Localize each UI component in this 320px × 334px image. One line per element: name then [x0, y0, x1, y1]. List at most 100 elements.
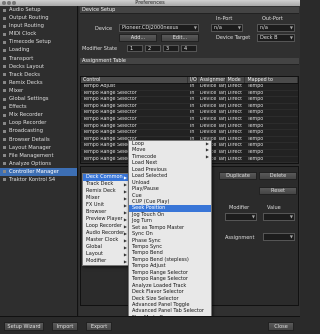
reset-button[interactable]: Reset	[259, 187, 297, 195]
menu-item-deck-common[interactable]: Deck Common ▶	[83, 174, 129, 181]
cell-mode: Direct	[227, 90, 243, 96]
menu-item-track-deck[interactable]: Track Deck ▶	[83, 181, 129, 188]
add-device-button[interactable]: Add...	[119, 34, 157, 42]
export-button[interactable]: Export	[86, 322, 112, 331]
chevron-down-icon: ▼	[237, 25, 241, 30]
menu-item-layout[interactable]: Layout ▶	[83, 251, 129, 258]
cell-io: In	[189, 103, 195, 109]
deck-common-submenu[interactable]: Loop ▶ Move ▶ Timecode ▶ Load Next Load Previou…	[128, 140, 212, 323]
cell-mapped-to: Tempo	[247, 103, 264, 109]
table-row[interactable]: Tempo Range Selector In Device TargDirect T…	[81, 91, 298, 98]
in-port-select[interactable]: n/a ▼	[211, 24, 243, 32]
modifier-state-3[interactable]: 3	[163, 45, 179, 52]
cell-assignment: Device Targ	[199, 84, 226, 89]
sidebar-item-timecode-setup[interactable]: Timecode Setup	[0, 38, 77, 46]
add-in-category-menu[interactable]: Deck Common ▶ Track Deck ▶ Remix Deck ▶ Mixer ▶…	[82, 173, 130, 266]
table-row[interactable]: Tempo Range Selector In Device TargDirect T…	[81, 117, 298, 124]
menu-item-label: Loop Recorder	[86, 223, 122, 229]
menu-item-preview-player[interactable]: Preview Player ▶	[83, 216, 129, 223]
modifier-select[interactable]: ▼	[225, 213, 257, 221]
column-header-mapped-to[interactable]: Mapped to	[245, 77, 298, 83]
out-port-select[interactable]: n/a ▼	[257, 24, 295, 32]
menu-item-label: Advanced Panel Toggle	[132, 301, 190, 308]
menu-item-label: FX Unit	[86, 202, 105, 208]
sidebar-item-browser-details[interactable]: Browser Details	[0, 136, 77, 144]
modifier-state-4[interactable]: 4	[181, 45, 197, 52]
sidebar-item-output-routing[interactable]: Output Routing	[0, 14, 77, 22]
device-label: Device	[95, 26, 113, 32]
sidebar-item-mixer[interactable]: Mixer	[0, 87, 77, 95]
modifier-label: Modifier	[229, 205, 250, 211]
device-target-label: Device Target	[216, 35, 251, 41]
menu-item-label: Play/Pause	[132, 186, 159, 193]
value-select[interactable]: ▼	[263, 213, 295, 221]
sidebar-item-remix-decks[interactable]: Remix Decks	[0, 79, 77, 87]
column-header-assignment[interactable]: Assignment	[198, 77, 226, 83]
assignment-select[interactable]: ▼	[263, 233, 295, 241]
cell-io: In	[189, 123, 195, 129]
sidebar-item-global-settings[interactable]: Global Settings	[0, 95, 77, 103]
setup-wizard-button[interactable]: Setup Wizard	[4, 322, 44, 331]
table-row[interactable]: Tempo Range Selector In Device TargDirect T…	[81, 130, 298, 137]
menu-item-label: Seek Position	[132, 205, 166, 212]
in-port-value: n/a	[214, 25, 222, 31]
modifier-state-2[interactable]: 2	[145, 45, 161, 52]
sidebar-item-layout-manager[interactable]: Layout Manager	[0, 144, 77, 152]
menu-item-label: Global	[86, 244, 102, 250]
out-port-value: n/a	[260, 25, 268, 31]
menu-item-audio-recorder[interactable]: Audio Recorder ▶	[83, 230, 129, 237]
cell-mapped-to: Tempo	[247, 84, 264, 89]
table-row[interactable]: Tempo Range Selector In Device TargDirect T…	[81, 97, 298, 104]
menu-item-modifier[interactable]: Modifier ▶	[83, 258, 129, 265]
column-header-io[interactable]: I/O	[188, 77, 198, 83]
menu-item-label: Loop	[132, 141, 144, 147]
table-row[interactable]: Tempo Range Selector In Device TargDirect T…	[81, 110, 298, 117]
table-row[interactable]: Tempo Range Selector In Device TargDirect T…	[81, 104, 298, 111]
menu-item-label: Move	[132, 147, 146, 154]
cell-io: In	[189, 110, 195, 116]
sidebar-item-decks-layout[interactable]: Decks Layout	[0, 63, 77, 71]
sidebar-item-effects[interactable]: Effects	[0, 103, 77, 111]
menu-item-fx-unit[interactable]: FX Unit ▶	[83, 202, 129, 209]
duplicate-button[interactable]: Duplicate	[219, 172, 257, 180]
menu-item-master-clock[interactable]: Master Clock ▶	[83, 237, 129, 244]
menu-item-label: Audio Recorder	[86, 230, 125, 236]
sidebar-item-traktor-kontrol-s4[interactable]: Traktor Kontrol S4	[0, 176, 77, 184]
menu-item-label: Jog Touch On	[132, 211, 165, 218]
sidebar-item-input-routing[interactable]: Input Routing	[0, 22, 77, 30]
cell-mapped-to: Tempo	[247, 149, 264, 155]
edit-device-button[interactable]: Edit...	[161, 34, 199, 42]
sidebar-item-track-decks[interactable]: Track Decks	[0, 71, 77, 79]
sidebar-item-file-management[interactable]: File Management	[0, 152, 77, 160]
import-button[interactable]: Import	[52, 322, 78, 331]
sidebar-item-mix-recorder[interactable]: Mix Recorder	[0, 111, 77, 119]
sidebar-item-transport[interactable]: Transport	[0, 55, 77, 63]
menu-item-label: Tempo Range Selector	[132, 276, 188, 283]
sidebar-item-controller-manager[interactable]: Controller Manager	[0, 167, 77, 176]
column-header-mode[interactable]: Mode	[226, 77, 246, 83]
menu-item-loop-recorder[interactable]: Loop Recorder ▶	[83, 223, 129, 230]
sidebar-item-midi-clock[interactable]: MIDI Clock	[0, 30, 77, 38]
sidebar-item-broadcasting[interactable]: Broadcasting	[0, 127, 77, 135]
sidebar-item-loading[interactable]: Loading	[0, 46, 77, 54]
menu-item-remix-deck[interactable]: Remix Deck ▶	[83, 188, 129, 195]
cell-mode: Direct	[227, 123, 243, 129]
delete-button[interactable]: Delete	[259, 172, 297, 180]
close-button[interactable]: Close	[268, 322, 294, 331]
sidebar-item-loop-recorder[interactable]: Loop Recorder	[0, 119, 77, 127]
menu-item-label: Master Clock	[86, 237, 119, 243]
device-select[interactable]: Pioneer.CDJ2000nexus ▼	[119, 24, 199, 32]
sidebar-item-audio-setup[interactable]: Audio Setup	[0, 6, 77, 14]
menu-item-mixer[interactable]: Mixer ▶	[83, 195, 129, 202]
sidebar-item-analyze-options[interactable]: Analyze Options	[0, 160, 77, 168]
menu-item-label: Layout	[86, 251, 103, 257]
column-header-control[interactable]: Control	[81, 77, 188, 83]
table-row[interactable]: Tempo Adjust In Device Targ Direct Tempo	[81, 84, 298, 91]
device-target-select[interactable]: Deck B ▼	[257, 34, 295, 42]
cell-mode: Direct	[227, 143, 243, 149]
assignment-label: Assignment	[225, 235, 255, 241]
modifier-state-1[interactable]: 1	[127, 45, 143, 52]
menu-item-browser[interactable]: Browser ▶	[83, 209, 129, 216]
table-row[interactable]: Tempo Range Selector In Device TargDirect T…	[81, 124, 298, 131]
menu-item-global[interactable]: Global ▶	[83, 244, 129, 251]
